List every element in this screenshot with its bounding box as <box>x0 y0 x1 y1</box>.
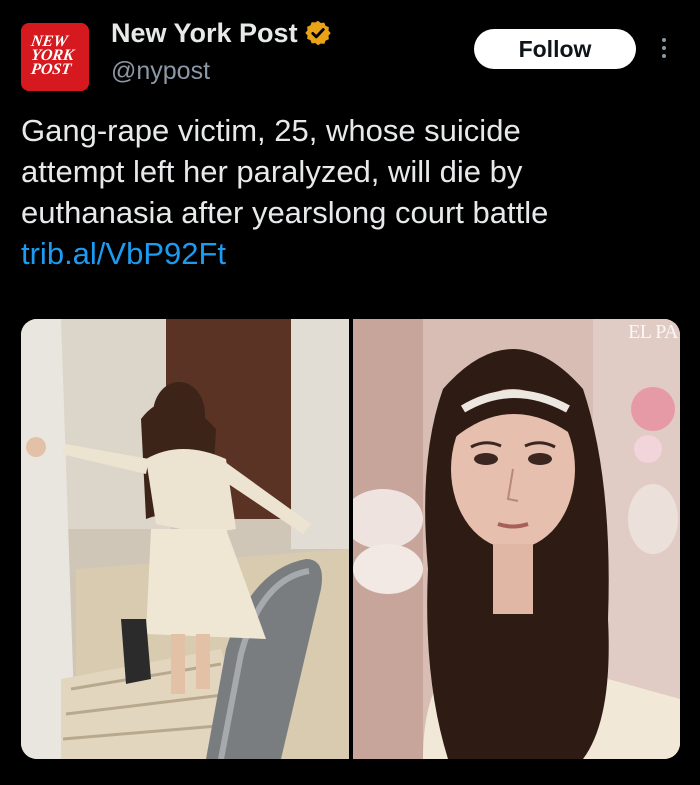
photo-left[interactable] <box>21 319 349 759</box>
photo-right[interactable]: EL PA <box>353 319 680 759</box>
more-options-icon[interactable] <box>656 34 672 64</box>
photo-left-illustration <box>21 319 349 759</box>
photo-watermark: EL PA <box>628 321 678 343</box>
tweet-text-line: Gang-rape victim, 25, whose suicide <box>21 113 521 148</box>
tweet-text: Gang-rape victim, 25, whose suicide atte… <box>21 110 681 274</box>
avatar[interactable]: NEW YORK POST <box>21 23 89 91</box>
verified-badge-icon <box>304 20 331 46</box>
follow-button[interactable]: Follow <box>474 29 636 69</box>
display-name[interactable]: New York Post <box>111 18 298 48</box>
account-name-row[interactable]: New York Post <box>111 18 332 49</box>
photo-right-illustration <box>353 319 680 759</box>
account-handle[interactable]: @nypost <box>111 57 210 86</box>
avatar-logo-post: POST <box>29 61 73 78</box>
tweet-text-line: euthanasia after yearslong court battle <box>21 195 549 230</box>
tweet-text-line: attempt left her paralyzed, will die by <box>21 154 523 189</box>
media-grid: EL PA <box>21 319 680 759</box>
tweet-link[interactable]: trib.al/VbP92Ft <box>21 233 681 274</box>
